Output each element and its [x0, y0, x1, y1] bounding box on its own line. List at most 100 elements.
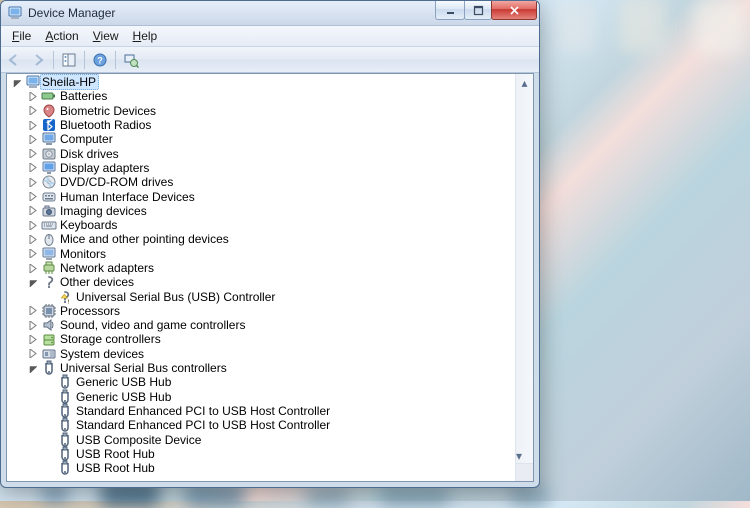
tree-category[interactable]: Bluetooth Radios: [7, 118, 516, 132]
tree-device[interactable]: Generic USB Hub: [7, 390, 516, 404]
tree-label: Biometric Devices: [59, 104, 156, 118]
tree-label: USB Composite Device: [75, 433, 201, 447]
device-tree[interactable]: Sheila-HP Batteries Biometric Devices Bl…: [7, 74, 516, 481]
tool-bar: [1, 47, 539, 73]
tree-toggle[interactable]: [29, 106, 38, 115]
tree-label: Network adapters: [59, 261, 154, 275]
menu-bar: File Action View Help: [1, 26, 539, 47]
tree-label: Universal Serial Bus (USB) Controller: [75, 290, 275, 304]
tree-category[interactable]: Batteries: [7, 89, 516, 103]
tree-toggle[interactable]: [29, 249, 38, 258]
tree-label: Disk drives: [59, 147, 119, 161]
tree-label: DVD/CD-ROM drives: [59, 175, 173, 189]
tree-toggle[interactable]: [29, 278, 38, 287]
tree-toggle[interactable]: [29, 364, 38, 373]
tree-label: Monitors: [59, 247, 106, 261]
scrollbar-corner: [516, 463, 533, 481]
tree-label: Generic USB Hub: [75, 390, 171, 404]
content-pane: Sheila-HP Batteries Biometric Devices Bl…: [6, 73, 534, 482]
tree-category[interactable]: Monitors: [7, 247, 516, 261]
menu-file[interactable]: File: [5, 26, 38, 46]
tree-toggle[interactable]: [29, 163, 38, 172]
tree-category[interactable]: Computer: [7, 132, 516, 146]
tree-category[interactable]: Display adapters: [7, 161, 516, 175]
computer-root-icon: [25, 74, 41, 90]
tree-label: Computer: [59, 132, 113, 146]
tree-label: Storage controllers: [59, 332, 161, 346]
maximize-button[interactable]: [464, 1, 492, 20]
tree-category[interactable]: Human Interface Devices: [7, 189, 516, 203]
tree-label: Sound, video and game controllers: [59, 318, 245, 332]
tree-device[interactable]: Universal Serial Bus (USB) Controller: [7, 289, 516, 303]
tree-device[interactable]: Standard Enhanced PCI to USB Host Contro…: [7, 404, 516, 418]
tree-toggle[interactable]: [29, 321, 38, 330]
tree-toggle[interactable]: [29, 206, 38, 215]
tree-toggle[interactable]: [29, 178, 38, 187]
scroll-down-button[interactable]: ▾: [516, 447, 522, 464]
tree-toggle[interactable]: [29, 235, 38, 244]
menu-help[interactable]: Help: [126, 26, 165, 46]
tb-scan-hardware[interactable]: [120, 49, 142, 71]
tree-device[interactable]: Standard Enhanced PCI to USB Host Contro…: [7, 418, 516, 432]
usb-icon: [57, 460, 73, 476]
tree-toggle[interactable]: [29, 349, 38, 358]
tb-separator: [53, 51, 54, 69]
tree-toggle[interactable]: [29, 306, 38, 315]
tb-show-tree[interactable]: [58, 49, 80, 71]
vertical-scrollbar[interactable]: ▴ ▾: [515, 74, 533, 481]
tree-label: Standard Enhanced PCI to USB Host Contro…: [75, 418, 330, 432]
tree-category[interactable]: Mice and other pointing devices: [7, 232, 516, 246]
tree-label: Display adapters: [59, 161, 149, 175]
tree-category[interactable]: Keyboards: [7, 218, 516, 232]
tree-category[interactable]: Imaging devices: [7, 204, 516, 218]
tree-category[interactable]: Sound, video and game controllers: [7, 318, 516, 332]
tree-toggle[interactable]: [29, 221, 38, 230]
tree-device[interactable]: USB Composite Device: [7, 432, 516, 446]
tree-label: Bluetooth Radios: [59, 118, 151, 132]
unknown-warn-icon: [57, 289, 73, 305]
tree-label: USB Root Hub: [75, 461, 155, 475]
tree-toggle[interactable]: [29, 92, 38, 101]
title-bar[interactable]: Device Manager: [1, 1, 539, 26]
tree-device[interactable]: Generic USB Hub: [7, 375, 516, 389]
tree-label: Other devices: [59, 275, 134, 289]
tree-toggle[interactable]: [29, 135, 38, 144]
tree-toggle[interactable]: [29, 264, 38, 273]
tree-category[interactable]: DVD/CD-ROM drives: [7, 175, 516, 189]
tree-toggle[interactable]: [29, 335, 38, 344]
tree-device[interactable]: USB Root Hub: [7, 447, 516, 461]
tree-toggle[interactable]: [13, 78, 22, 87]
tree-category[interactable]: Biometric Devices: [7, 104, 516, 118]
tree-label: Universal Serial Bus controllers: [59, 361, 227, 375]
scroll-up-button[interactable]: ▴: [516, 74, 533, 91]
tree-category[interactable]: Processors: [7, 304, 516, 318]
tree-category[interactable]: Disk drives: [7, 146, 516, 160]
tree-category[interactable]: System devices: [7, 347, 516, 361]
tree-label: Processors: [59, 304, 120, 318]
tree-device[interactable]: USB Root Hub: [7, 461, 516, 475]
tree-category[interactable]: Storage controllers: [7, 332, 516, 346]
tree-root[interactable]: Sheila-HP: [7, 75, 516, 89]
tree-category[interactable]: Network adapters: [7, 261, 516, 275]
tree-label: Mice and other pointing devices: [59, 232, 229, 246]
tree-label: System devices: [59, 347, 144, 361]
tree-label: Generic USB Hub: [75, 375, 171, 389]
tree-toggle[interactable]: [29, 149, 38, 158]
tree-label: USB Root Hub: [75, 447, 155, 461]
menu-action[interactable]: Action: [38, 26, 85, 46]
tree-category[interactable]: Other devices: [7, 275, 516, 289]
tb-separator: [115, 51, 116, 69]
menu-view[interactable]: View: [86, 26, 126, 46]
minimize-button[interactable]: [435, 1, 465, 20]
tree-label: Human Interface Devices: [59, 190, 195, 204]
close-button[interactable]: [491, 1, 537, 20]
tb-back: [3, 49, 25, 71]
tree-toggle[interactable]: [29, 192, 38, 201]
tb-help[interactable]: [89, 49, 111, 71]
usb-icon: [41, 360, 57, 376]
tree-label: Imaging devices: [59, 204, 147, 218]
tree-toggle[interactable]: [29, 121, 38, 130]
window-title: Device Manager: [28, 6, 436, 20]
device-manager-window: Device Manager File Action View Help: [0, 0, 540, 488]
tree-category[interactable]: Universal Serial Bus controllers: [7, 361, 516, 375]
